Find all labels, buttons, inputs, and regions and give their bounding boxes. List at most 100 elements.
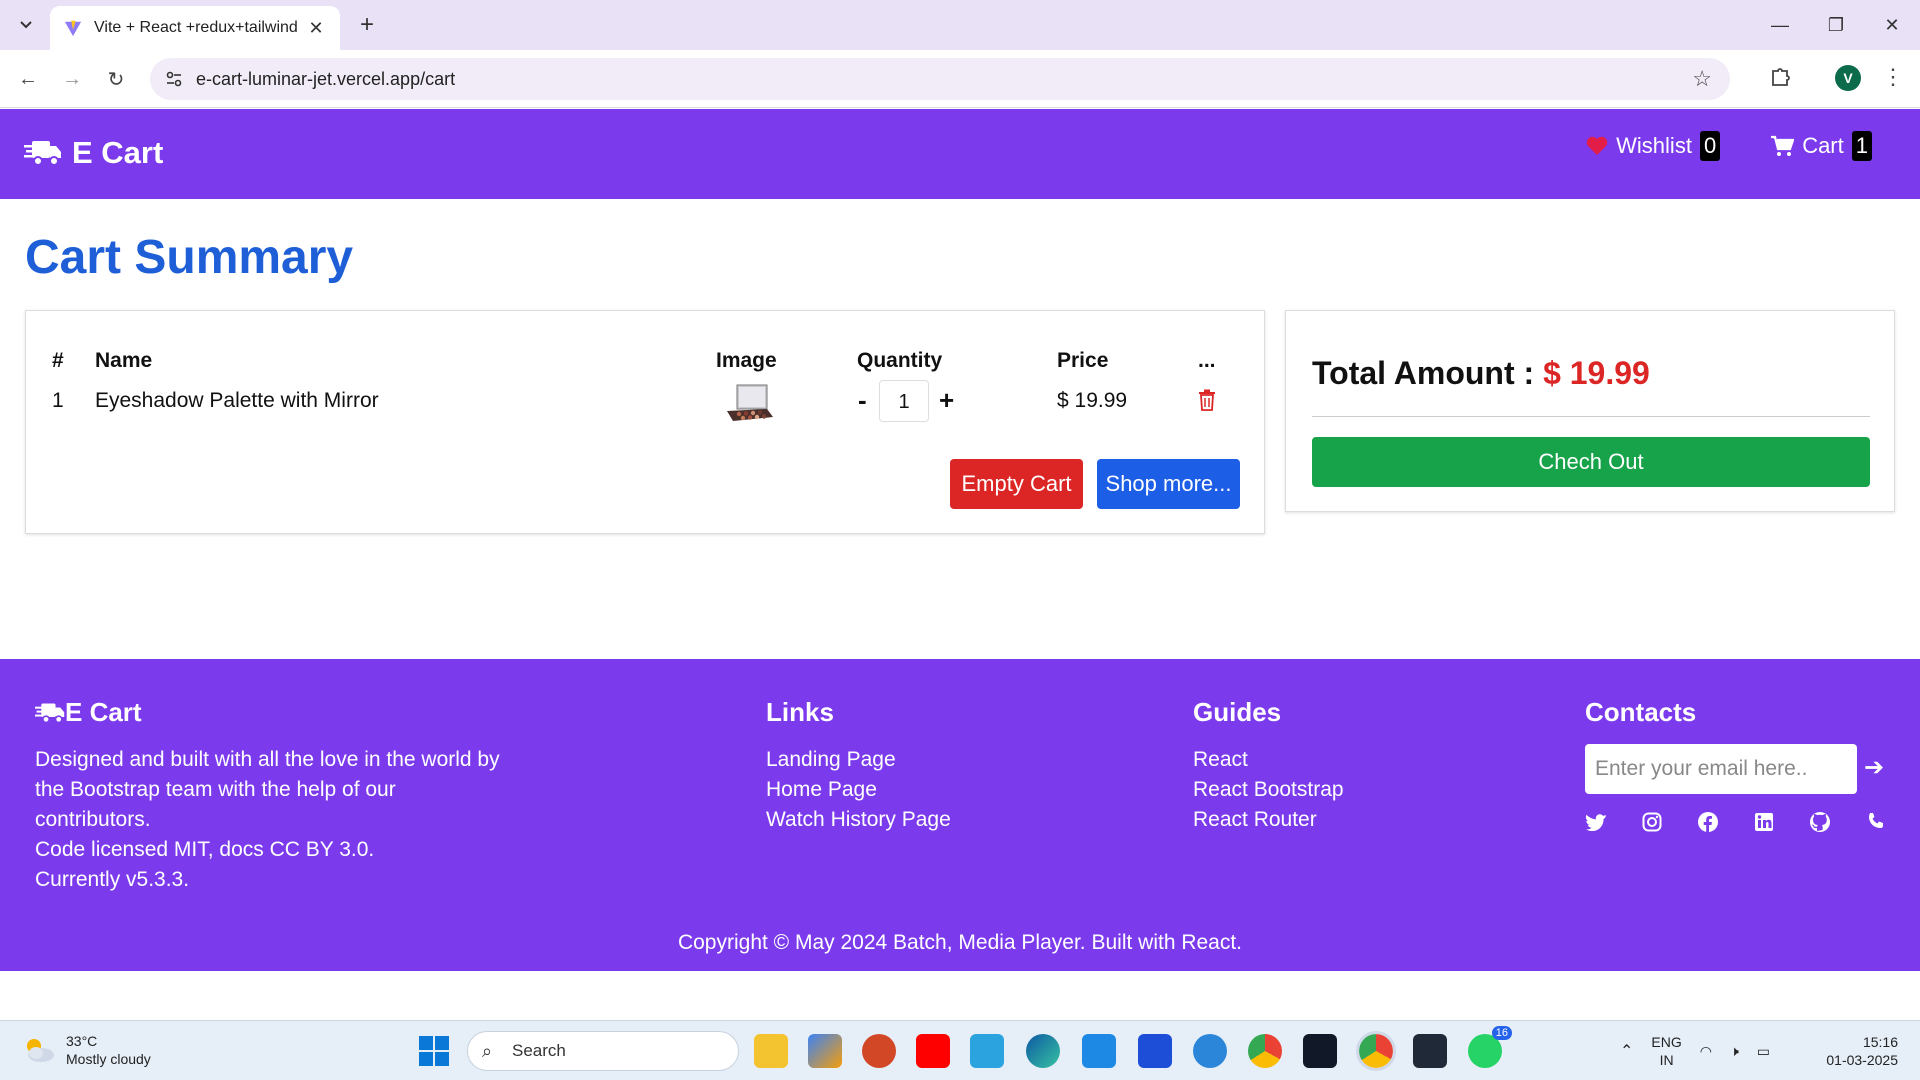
col-header-price: Price	[1057, 349, 1109, 372]
footer-about-line: the Bootstrap team with the help of our	[35, 778, 396, 801]
footer-guides-title: Guides	[1193, 697, 1282, 727]
restore-button[interactable]: ❐	[1808, 0, 1864, 50]
browser-menu-icon[interactable]: ⋮	[1882, 64, 1904, 90]
instagram-icon[interactable]	[1641, 811, 1663, 833]
copyright-text: Copyright © May 2024 Batch, Media Player…	[677, 931, 1243, 954]
telegram-icon[interactable]	[970, 1034, 1004, 1068]
truck-fast-icon	[24, 141, 61, 166]
footer-guide-react-router[interactable]: React Router	[1193, 805, 1344, 835]
brand-logo[interactable]: E Cart	[24, 135, 163, 171]
footer-guide-react-bootstrap[interactable]: React Bootstrap	[1193, 775, 1344, 805]
store-icon[interactable]	[1138, 1034, 1172, 1068]
col-header-quantity: Quantity	[857, 349, 943, 372]
terminal-icon[interactable]	[1413, 1034, 1447, 1068]
clock[interactable]: 15:16 01-03-2025	[1826, 1033, 1898, 1069]
chevron-up-icon[interactable]: ⌃	[1620, 1041, 1633, 1061]
wifi-icon[interactable]: ◠	[1700, 1043, 1712, 1060]
chevron-down-icon	[20, 21, 32, 29]
footer-link-home[interactable]: Home Page	[766, 775, 951, 805]
footer-link-watch-history[interactable]: Watch History Page	[766, 805, 951, 835]
footer-link-landing[interactable]: Landing Page	[766, 745, 951, 775]
summary-divider	[1312, 416, 1870, 417]
linkedin-icon[interactable]	[1753, 811, 1775, 833]
edge-icon[interactable]	[1026, 1034, 1060, 1068]
page-title: Cart Summary	[25, 231, 354, 284]
lang-top: ENG	[1651, 1034, 1682, 1050]
new-tab-button[interactable]: +	[352, 10, 382, 40]
wishlist-link[interactable]: Wishlist 0	[1586, 131, 1721, 161]
forward-button[interactable]: →	[56, 63, 88, 95]
chrome-profile-icon[interactable]	[1356, 1031, 1396, 1071]
col-header-image: Image	[716, 349, 777, 372]
language-indicator[interactable]: ENG IN	[1651, 1033, 1681, 1069]
row-index: 1	[52, 389, 64, 412]
taskbar-search-placeholder: Search	[512, 1041, 566, 1060]
address-bar[interactable]: e-cart-luminar-jet.vercel.app/cart ☆	[150, 58, 1730, 100]
email-input[interactable]: Enter your email here..	[1585, 744, 1857, 794]
whatsapp-icon[interactable]: 16	[1468, 1026, 1512, 1068]
vscode-icon[interactable]	[1082, 1034, 1116, 1068]
taskbar-search[interactable]: ⌕ Search	[467, 1031, 739, 1071]
footer-guides-list: React React Bootstrap React Router	[1193, 745, 1344, 835]
youtube-icon[interactable]	[916, 1034, 950, 1068]
tab-search-button[interactable]	[10, 10, 42, 40]
minimize-button[interactable]: —	[1752, 0, 1808, 50]
product-image	[727, 384, 773, 421]
arrow-right-icon[interactable]: ➔	[1864, 753, 1884, 782]
cart-label: Cart	[1802, 133, 1844, 158]
close-window-button[interactable]: ✕	[1864, 0, 1920, 50]
product-price: $ 19.99	[1057, 389, 1128, 412]
cart-link[interactable]: Cart 1	[1770, 131, 1872, 161]
total-label: Total Amount :	[1312, 355, 1535, 391]
clock-time: 15:16	[1862, 1034, 1898, 1050]
browser-tab-active[interactable]: Vite + React +redux+tailwind ✕	[50, 6, 340, 50]
footer-about-line: Currently v5.3.3.	[35, 868, 190, 891]
system-tray: ⌃ ENG IN ◠ 🕨 ▭	[1620, 1021, 1770, 1080]
footer-links-list: Landing Page Home Page Watch History Pag…	[766, 745, 951, 835]
battery-icon[interactable]: ▭	[1757, 1043, 1770, 1060]
site-settings-icon[interactable]	[164, 69, 184, 89]
col-header-actions: ...	[1198, 349, 1216, 372]
quantity-input[interactable]: 1	[879, 380, 929, 422]
brand-name: E Cart	[72, 135, 164, 170]
powerpoint-icon[interactable]	[862, 1034, 896, 1068]
footer-about-line: contributors.	[35, 808, 151, 831]
footer-brand-name: E Cart	[65, 697, 142, 727]
total-value: $ 19.99	[1543, 355, 1650, 391]
truck-fast-icon	[35, 703, 65, 723]
cart-summary-card: Total Amount : $ 19.99 Chech Out	[1285, 310, 1895, 512]
footer-about: Designed and built with all the love in …	[35, 745, 575, 895]
twitter-icon[interactable]	[1585, 811, 1607, 833]
total-amount: Total Amount : $ 19.99	[1312, 355, 1650, 392]
shop-more-button[interactable]: Shop more...	[1097, 459, 1240, 509]
bookmark-star-icon[interactable]: ☆	[1692, 66, 1712, 92]
extensions-icon[interactable]	[1767, 63, 1795, 91]
phone-icon[interactable]	[1865, 811, 1887, 833]
vite-favicon-icon	[64, 20, 82, 37]
cart-icon	[1771, 135, 1795, 156]
reload-button[interactable]: ↻	[100, 63, 132, 95]
chrome-icon[interactable]	[1248, 1034, 1282, 1068]
quantity-decrease-button[interactable]: -	[858, 385, 867, 416]
quantity-increase-button[interactable]: +	[939, 385, 954, 416]
file-explorer-icon[interactable]	[754, 1034, 788, 1068]
footer-guide-react[interactable]: React	[1193, 745, 1344, 775]
trash-icon[interactable]	[1198, 389, 1216, 411]
cloudy-weather-icon	[27, 1039, 54, 1062]
photos-icon[interactable]	[808, 1034, 842, 1068]
checkout-button[interactable]: Chech Out	[1312, 437, 1870, 487]
tab-close-icon[interactable]: ✕	[306, 18, 326, 39]
wishlist-count-badge: 0	[1699, 131, 1721, 161]
back-button[interactable]: ←	[12, 63, 44, 95]
profile-avatar[interactable]: V	[1835, 65, 1861, 91]
weather-widget[interactable]: 33°C Mostly cloudy	[22, 1032, 151, 1068]
windows-start-icon[interactable]	[418, 1035, 450, 1067]
empty-cart-button[interactable]: Empty Cart	[950, 459, 1083, 509]
webstorm-icon[interactable]	[1303, 1034, 1337, 1068]
help-icon[interactable]	[1193, 1034, 1227, 1068]
github-icon[interactable]	[1809, 811, 1831, 833]
volume-mute-icon[interactable]: 🕨	[1730, 1043, 1739, 1060]
heart-icon	[1586, 136, 1608, 155]
window-controls: — ❐ ✕	[1752, 0, 1920, 50]
facebook-icon[interactable]	[1697, 811, 1719, 833]
